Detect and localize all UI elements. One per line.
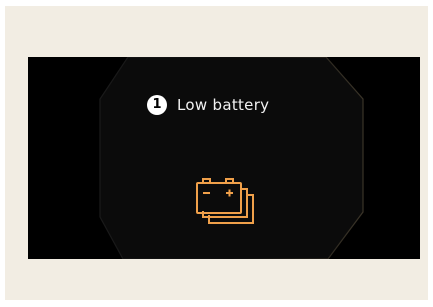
display-screen: 1 Low battery bbox=[28, 57, 420, 259]
warning-message: Low battery bbox=[177, 96, 270, 114]
warning-message-row: 1 Low battery bbox=[147, 95, 269, 115]
page-frame: 1 Low battery bbox=[5, 6, 428, 300]
number-1-icon: 1 bbox=[147, 95, 167, 115]
battery-stack-icon bbox=[196, 178, 254, 224]
